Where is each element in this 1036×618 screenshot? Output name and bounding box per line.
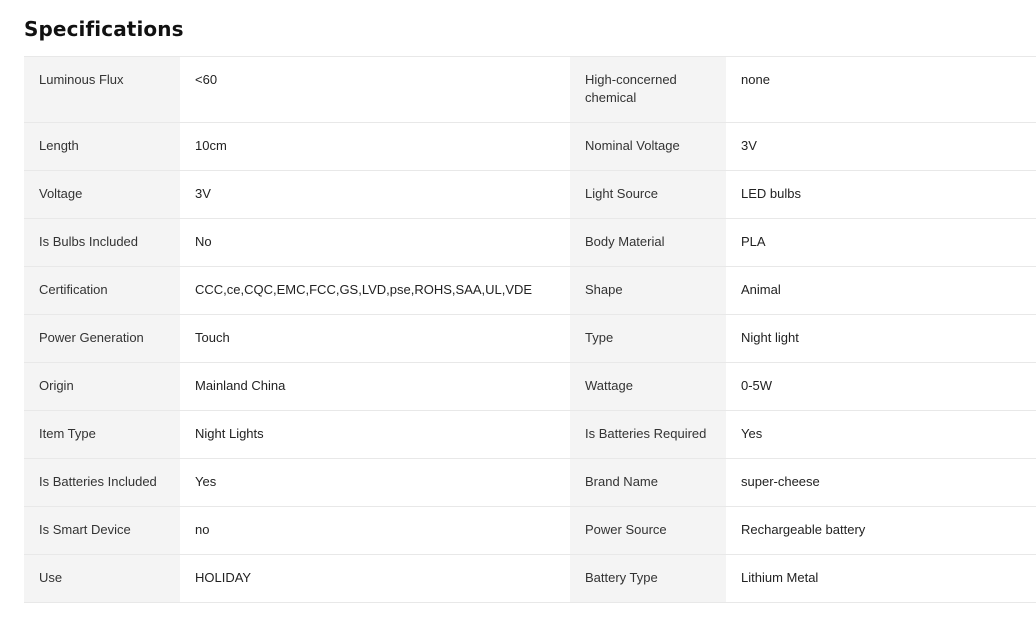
spec-key: Luminous Flux: [24, 56, 180, 123]
spec-value: Rechargeable battery: [726, 506, 1036, 555]
spec-key: Is Batteries Required: [570, 410, 726, 459]
spec-key: Certification: [24, 266, 180, 315]
spec-value: 3V: [726, 122, 1036, 171]
spec-key: Voltage: [24, 170, 180, 219]
spec-row: Power Generation Touch Type Night light: [24, 314, 1036, 363]
spec-key: Shape: [570, 266, 726, 315]
spec-value: CCC,ce,CQC,EMC,FCC,GS,LVD,pse,ROHS,SAA,U…: [180, 266, 570, 315]
spec-row: Use HOLIDAY Battery Type Lithium Metal: [24, 554, 1036, 603]
spec-key: Power Generation: [24, 314, 180, 363]
spec-key: Is Batteries Included: [24, 458, 180, 507]
spec-key: Wattage: [570, 362, 726, 411]
spec-value: No: [180, 218, 570, 267]
spec-value: 10cm: [180, 122, 570, 171]
spec-value: LED bulbs: [726, 170, 1036, 219]
spec-row: Origin Mainland China Wattage 0-5W: [24, 362, 1036, 411]
spec-value: Lithium Metal: [726, 554, 1036, 603]
spec-value: Yes: [726, 410, 1036, 459]
spec-value: 3V: [180, 170, 570, 219]
spec-row: Item Type Night Lights Is Batteries Requ…: [24, 410, 1036, 459]
spec-value: none: [726, 56, 1036, 123]
spec-value: Animal: [726, 266, 1036, 315]
specifications-table: Luminous Flux <60 High-concerned chemica…: [24, 56, 1036, 603]
spec-key: Body Material: [570, 218, 726, 267]
spec-row: Voltage 3V Light Source LED bulbs: [24, 170, 1036, 219]
spec-row: Is Bulbs Included No Body Material PLA: [24, 218, 1036, 267]
spec-value: <60: [180, 56, 570, 123]
spec-key: Use: [24, 554, 180, 603]
spec-value: 0-5W: [726, 362, 1036, 411]
spec-value: PLA: [726, 218, 1036, 267]
spec-value: Night light: [726, 314, 1036, 363]
spec-row: Luminous Flux <60 High-concerned chemica…: [24, 56, 1036, 123]
spec-value: HOLIDAY: [180, 554, 570, 603]
spec-row: Certification CCC,ce,CQC,EMC,FCC,GS,LVD,…: [24, 266, 1036, 315]
spec-value: Yes: [180, 458, 570, 507]
section-title: Specifications: [24, 17, 184, 41]
spec-value: Mainland China: [180, 362, 570, 411]
spec-key: Type: [570, 314, 726, 363]
spec-value: super-cheese: [726, 458, 1036, 507]
spec-row: Is Smart Device no Power Source Recharge…: [24, 506, 1036, 555]
spec-key: Length: [24, 122, 180, 171]
spec-key: Is Bulbs Included: [24, 218, 180, 267]
spec-row: Length 10cm Nominal Voltage 3V: [24, 122, 1036, 171]
spec-key: Light Source: [570, 170, 726, 219]
spec-key: Nominal Voltage: [570, 122, 726, 171]
spec-key: High-concerned chemical: [570, 56, 726, 123]
spec-value: no: [180, 506, 570, 555]
spec-row: Is Batteries Included Yes Brand Name sup…: [24, 458, 1036, 507]
spec-value: Touch: [180, 314, 570, 363]
spec-key: Battery Type: [570, 554, 726, 603]
spec-key: Power Source: [570, 506, 726, 555]
spec-key: Brand Name: [570, 458, 726, 507]
spec-key: Origin: [24, 362, 180, 411]
spec-key: Is Smart Device: [24, 506, 180, 555]
spec-value: Night Lights: [180, 410, 570, 459]
spec-key: Item Type: [24, 410, 180, 459]
